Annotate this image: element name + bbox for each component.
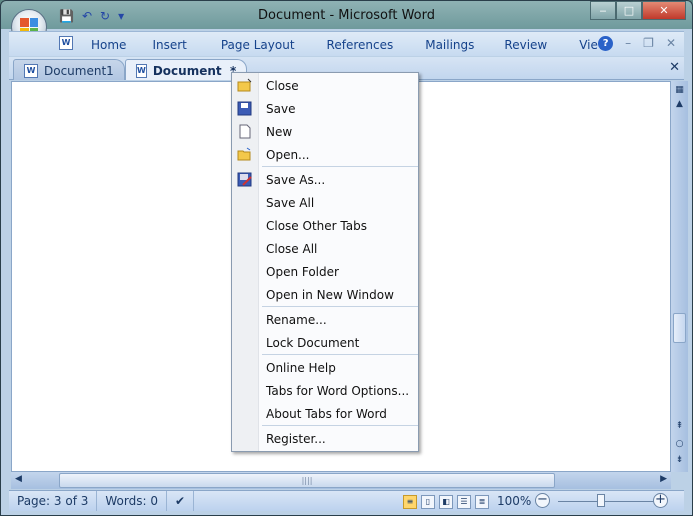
zoom-out-icon[interactable]: − <box>535 493 550 508</box>
draft-icon[interactable]: ≣ <box>475 494 489 509</box>
word-doc-icon: W <box>24 64 38 78</box>
menu-item-label: Online Help <box>266 360 336 375</box>
scroll-up-icon[interactable]: ▲ <box>671 99 688 109</box>
menu-item-save-as[interactable]: Save As... <box>232 168 418 191</box>
ribbon-tab-review[interactable]: Review <box>504 38 547 52</box>
ribbon-minimize-icon[interactable]: – <box>625 36 631 51</box>
save-icon <box>237 101 252 116</box>
ribbon-restore-icon[interactable]: ❐ <box>643 36 654 51</box>
help-icon[interactable]: ? <box>598 36 614 51</box>
ruler-toggle-icon[interactable]: ▦ <box>671 85 688 95</box>
word-doc-icon: W <box>136 64 147 78</box>
menu-item-register[interactable]: Register... <box>232 427 418 450</box>
minimize-button[interactable]: ‒ <box>590 1 616 20</box>
menu-item-tabs-for-word-options[interactable]: Tabs for Word Options... <box>232 379 418 402</box>
ribbon-tab-page-layout[interactable]: Page Layout <box>221 38 295 52</box>
tab-label: Document1 <box>44 64 114 78</box>
menu-item-about-tabs-for-word[interactable]: About Tabs for Word <box>232 402 418 425</box>
next-page-icon[interactable]: ⇟ <box>671 455 688 465</box>
outline-icon[interactable]: ☰ <box>457 494 471 509</box>
horizontal-scrollbar[interactable]: ◀ |||| ▶ <box>11 472 671 489</box>
menu-item-open-folder[interactable]: Open Folder <box>232 260 418 283</box>
menu-item-new[interactable]: New <box>232 120 418 143</box>
menu-item-label: Open in New Window <box>266 287 394 302</box>
menu-item-label: Open... <box>266 147 310 162</box>
menu-item-close-other-tabs[interactable]: Close Other Tabs <box>232 214 418 237</box>
proofing-icon[interactable]: ✔ <box>167 491 195 511</box>
menu-item-label: New <box>266 124 293 139</box>
tab-label: Document * <box>152 64 237 78</box>
tab-document[interactable]: W Document * <box>125 59 247 80</box>
menu-item-open-in-new-window[interactable]: Open in New Window <box>232 283 418 306</box>
open-icon <box>237 147 252 162</box>
zoom-slider-thumb[interactable] <box>597 494 605 507</box>
menu-item-label: Close Other Tabs <box>266 218 367 233</box>
close-tab-icon[interactable]: ✕ <box>669 60 680 75</box>
undo-icon[interactable]: ↶ <box>82 9 92 23</box>
scroll-left-icon[interactable]: ◀ <box>15 474 22 484</box>
close-button[interactable]: ✕ <box>642 1 686 20</box>
menu-item-lock-document[interactable]: Lock Document <box>232 331 418 354</box>
menu-item-online-help[interactable]: Online Help <box>232 356 418 379</box>
ribbon-tabs: W Home Insert Page Layout References Mailing… <box>9 31 684 56</box>
quick-access-toolbar: 💾 ↶ ↻ ▾ <box>59 9 124 23</box>
zoom-slider[interactable] <box>558 501 660 502</box>
full-screen-reading-icon[interactable]: ▯ <box>421 494 435 509</box>
menu-item-close-all[interactable]: Close All <box>232 237 418 260</box>
redo-icon[interactable]: ↻ <box>100 9 110 23</box>
ribbon-tab-home[interactable]: Home <box>91 38 126 52</box>
menu-item-label: About Tabs for Word <box>266 406 387 421</box>
menu-item-label: Open Folder <box>266 264 339 279</box>
menu-item-label: Rename... <box>266 312 327 327</box>
menu-item-label: Save All <box>266 195 315 210</box>
menu-item-label: Tabs for Word Options... <box>266 383 410 398</box>
menu-item-label: Save <box>266 101 296 116</box>
word-doc-icon: W <box>59 36 73 50</box>
ribbon-tab-references[interactable]: References <box>327 38 394 52</box>
vertical-scroll-thumb[interactable] <box>673 313 686 343</box>
save-as-icon <box>237 172 252 187</box>
vertical-scrollbar[interactable]: ▦ ▲ ⇞ ○ ⇟ <box>671 81 688 472</box>
maximize-button[interactable]: □ <box>616 1 642 20</box>
select-browse-object-icon[interactable]: ○ <box>671 439 688 449</box>
web-layout-icon[interactable]: ◧ <box>439 494 453 509</box>
menu-item-open[interactable]: Open... <box>232 143 418 166</box>
menu-item-rename[interactable]: Rename... <box>232 308 418 331</box>
menu-item-save[interactable]: Save <box>232 97 418 120</box>
zoom-in-icon[interactable]: + <box>653 493 668 508</box>
menu-item-close[interactable]: Close <box>232 74 418 97</box>
new-icon <box>237 124 252 139</box>
status-bar: Page: 3 of 3 Words: 0 ✔ ≡ ▯ ◧ ☰ ≣ 100% −… <box>9 490 684 511</box>
save-icon[interactable]: 💾 <box>59 9 74 23</box>
word-count[interactable]: Words: 0 <box>97 491 167 511</box>
print-layout-icon[interactable]: ≡ <box>403 494 417 509</box>
previous-page-icon[interactable]: ⇞ <box>671 421 688 431</box>
menu-item-label: Save As... <box>266 172 326 187</box>
menu-item-label: Register... <box>266 431 326 446</box>
menu-item-label: Close <box>266 78 299 93</box>
menu-item-label: Close All <box>266 241 318 256</box>
zoom-level[interactable]: 100% <box>497 494 531 508</box>
close-folder-icon <box>237 78 252 93</box>
ribbon-tab-insert[interactable]: Insert <box>152 38 186 52</box>
ribbon-tab-mailings[interactable]: Mailings <box>425 38 474 52</box>
menu-item-save-all[interactable]: Save All <box>232 191 418 214</box>
tab-context-menu: Close Save New Open... Save As... Save All Clo… <box>231 72 419 452</box>
customize-qat-icon[interactable]: ▾ <box>118 9 124 23</box>
ribbon-close-icon[interactable]: ✕ <box>666 36 676 51</box>
tab-document1[interactable]: W Document1 <box>13 59 125 80</box>
page-count[interactable]: Page: 3 of 3 <box>9 491 98 511</box>
horizontal-scroll-thumb[interactable]: |||| <box>59 473 555 488</box>
menu-item-label: Lock Document <box>266 335 360 350</box>
scroll-right-icon[interactable]: ▶ <box>660 474 667 484</box>
